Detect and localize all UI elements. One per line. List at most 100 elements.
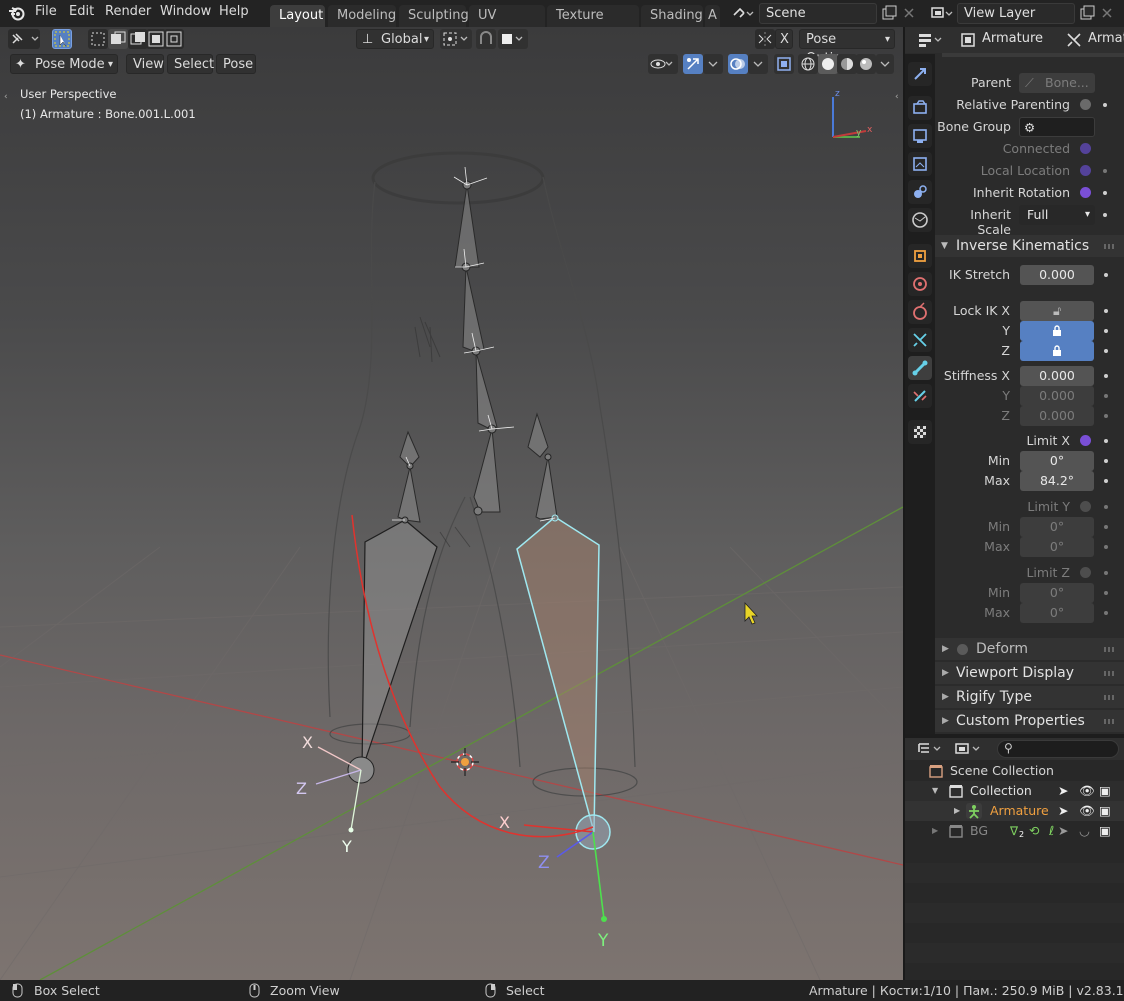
material-shading-icon[interactable]: [837, 54, 857, 74]
outliner-row-scene-collection[interactable]: Scene Collection: [905, 761, 1124, 781]
tab-physics[interactable]: [908, 300, 932, 324]
display-mode-icon[interactable]: [953, 740, 985, 758]
tab-bone[interactable]: [908, 356, 932, 380]
keyframe-dot[interactable]: [1104, 374, 1108, 378]
limit-z-min-field[interactable]: 0°: [1020, 583, 1094, 603]
select-tool-icon[interactable]: [52, 29, 72, 49]
drag-handle-icon[interactable]: [1104, 695, 1116, 700]
expand-down-icon[interactable]: ▼: [932, 781, 938, 801]
select-box-subtract-icon[interactable]: [128, 29, 148, 49]
keyframe-dot[interactable]: [1103, 169, 1107, 173]
tab-modeling[interactable]: Modeling: [328, 5, 396, 27]
limit-y-checkbox[interactable]: [1080, 501, 1091, 512]
lock-ik-y-toggle[interactable]: [1020, 321, 1094, 341]
local-location-checkbox[interactable]: [1080, 165, 1091, 176]
select-menu[interactable]: Select: [167, 54, 214, 74]
outliner-row-armature[interactable]: ▶ Armature ➤ 👁︎ ▣: [905, 801, 1124, 821]
eye-closed-icon[interactable]: ◡: [1079, 821, 1090, 841]
eye-icon[interactable]: 👁︎: [1079, 781, 1095, 801]
keyframe-dot[interactable]: [1103, 191, 1107, 195]
toolbar-expand-icon[interactable]: ‹: [4, 92, 8, 102]
ik-stretch-field[interactable]: 0.000: [1020, 265, 1094, 285]
keyframe-dot[interactable]: [1104, 459, 1108, 463]
solid-shading-icon[interactable]: [818, 54, 838, 74]
tab-object-data[interactable]: [908, 328, 932, 352]
chevron-down-icon[interactable]: [703, 54, 723, 74]
connected-checkbox[interactable]: [1080, 143, 1091, 154]
deform-checkbox[interactable]: [957, 644, 968, 655]
camera-icon[interactable]: ▣: [1099, 781, 1111, 801]
keyframe-dot[interactable]: [1103, 103, 1107, 107]
keyframe-dot[interactable]: [1104, 309, 1108, 313]
chevron-down-icon[interactable]: [748, 54, 768, 74]
keyframe-dot[interactable]: [1104, 439, 1108, 443]
outliner-row-collection[interactable]: ▼ Collection ➤ 👁︎ ▣: [905, 781, 1124, 801]
scene-remove-icon[interactable]: [901, 4, 917, 22]
eye-icon[interactable]: 👁︎: [1079, 801, 1095, 821]
inherit-scale-dropdown[interactable]: Full ▾: [1019, 205, 1095, 225]
mode-dropdown[interactable]: ✦ Pose Mode ▾: [10, 54, 118, 74]
editor-type-icon[interactable]: [8, 29, 40, 49]
select-box-extend-icon[interactable]: [108, 29, 128, 49]
stiffness-x-field[interactable]: 0.000: [1020, 366, 1094, 386]
select-box-intersect-icon[interactable]: [164, 29, 184, 49]
gizmo-toggle-icon[interactable]: [683, 54, 703, 74]
x-mirror-button[interactable]: X: [775, 29, 793, 49]
stiffness-y-field[interactable]: 0.000: [1020, 386, 1094, 406]
view-menu[interactable]: View: [126, 54, 164, 74]
keyframe-dot[interactable]: [1104, 505, 1108, 509]
camera-icon[interactable]: ▣: [1099, 801, 1111, 821]
tab-texture[interactable]: [908, 420, 932, 444]
wireframe-shading-icon[interactable]: [798, 54, 818, 74]
keyframe-dot[interactable]: [1104, 571, 1108, 575]
tab-modifiers[interactable]: [908, 272, 932, 296]
keyframe-dot[interactable]: [1104, 591, 1108, 595]
outliner-editor-type-icon[interactable]: [917, 740, 945, 758]
limit-x-max-field[interactable]: 84.2°: [1020, 471, 1094, 491]
view-layer-field[interactable]: View Layer: [957, 3, 1075, 24]
drag-handle-icon[interactable]: [1104, 719, 1116, 724]
bone-group-field[interactable]: ⚙: [1019, 117, 1095, 137]
tab-animation[interactable]: A: [705, 5, 720, 27]
deform-panel-header[interactable]: ▶ Deform: [935, 638, 1124, 660]
transform-orientation-dropdown[interactable]: ⊥ Global ▾: [356, 29, 434, 49]
pivot-point-icon[interactable]: [440, 29, 472, 49]
view-layer-remove-icon[interactable]: [1099, 4, 1115, 22]
tab-texture-paint[interactable]: Texture Paint: [547, 5, 639, 44]
tab-bone-constraints[interactable]: [908, 384, 932, 408]
menu-help[interactable]: Help: [219, 4, 249, 19]
expand-right-icon[interactable]: ▶: [954, 801, 960, 821]
properties-editor-type-icon[interactable]: [917, 31, 947, 49]
overlays-toggle-icon[interactable]: [728, 54, 748, 74]
relative-parenting-checkbox[interactable]: [1080, 99, 1091, 110]
tab-output[interactable]: [908, 124, 932, 148]
pose-options-dropdown[interactable]: Pose Options ▾: [799, 29, 895, 66]
menu-window[interactable]: Window: [160, 4, 211, 19]
view-layer-icon[interactable]: [929, 4, 953, 22]
camera-icon[interactable]: ▣: [1099, 821, 1111, 841]
select-pointer-icon[interactable]: ➤: [1058, 821, 1068, 841]
limit-y-min-field[interactable]: 0°: [1020, 517, 1094, 537]
keyframe-dot[interactable]: [1104, 525, 1108, 529]
scene-copy-icon[interactable]: [880, 4, 898, 22]
tab-sculpting[interactable]: Sculpting: [399, 5, 469, 27]
drag-handle-icon[interactable]: [1104, 647, 1116, 652]
snap-icon[interactable]: [476, 29, 496, 49]
select-box-new-icon[interactable]: [88, 29, 108, 49]
scene-name-field[interactable]: Scene: [759, 3, 877, 24]
inherit-rotation-checkbox[interactable]: [1080, 187, 1091, 198]
3d-viewport[interactable]: z y x X Z Y X Z Y ⊥ Global ▾ X Pose ▾ ✦ …: [0, 27, 903, 980]
viewport-scene[interactable]: [0, 27, 903, 980]
ik-panel-header[interactable]: ▼ Inverse Kinematics: [935, 235, 1124, 257]
drag-handle-icon[interactable]: [1104, 671, 1116, 676]
outliner-search-input[interactable]: ⚲: [997, 740, 1119, 758]
rigify-type-panel-header[interactable]: ▶ Rigify Type: [935, 686, 1124, 708]
select-pointer-icon[interactable]: ➤: [1058, 801, 1068, 821]
expand-right-icon[interactable]: ▶: [932, 821, 938, 841]
tab-world[interactable]: [908, 208, 932, 232]
tab-view-layer[interactable]: [908, 152, 932, 176]
keyframe-dot[interactable]: [1104, 545, 1108, 549]
keyframe-dot[interactable]: [1104, 414, 1108, 418]
limit-x-checkbox[interactable]: [1080, 435, 1091, 446]
keyframe-dot[interactable]: [1104, 394, 1108, 398]
